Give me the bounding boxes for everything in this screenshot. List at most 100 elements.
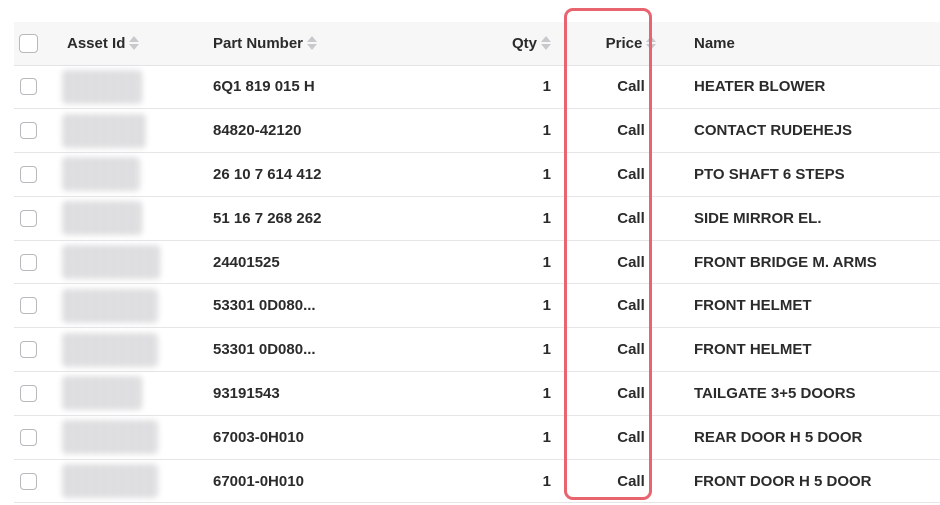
price-text: Call bbox=[617, 253, 645, 271]
name-text: HEATER BLOWER bbox=[694, 78, 826, 96]
parts-table: Asset Id Part Number Qty Price Name 6Q1 … bbox=[14, 22, 940, 504]
price-cell: Call bbox=[575, 283, 687, 329]
price-cell: Call bbox=[575, 240, 687, 285]
part-number-text: 84820-42120 bbox=[213, 122, 302, 140]
price-text: Call bbox=[617, 209, 645, 227]
table-body: 6Q1 819 015 H 1 Call HEATER BLOWER 84820… bbox=[14, 65, 940, 504]
sort-icon[interactable] bbox=[541, 36, 551, 51]
sort-icon[interactable] bbox=[129, 36, 140, 51]
row-checkbox[interactable] bbox=[20, 165, 37, 183]
qty-text: 1 bbox=[542, 122, 551, 140]
part-number-text: 53301 0D080... bbox=[213, 341, 316, 359]
header-part-number[interactable]: Part Number bbox=[213, 22, 471, 66]
header-name-label: Name bbox=[694, 34, 735, 52]
qty-text: 1 bbox=[542, 165, 551, 183]
part-number-text: 6Q1 819 015 H bbox=[213, 78, 315, 96]
sort-icon[interactable] bbox=[646, 36, 657, 51]
header-price-label: Price bbox=[605, 34, 643, 52]
qty-cell: 1 bbox=[471, 327, 575, 373]
price-text: Call bbox=[617, 165, 645, 183]
table-row[interactable]: 26 10 7 614 412 1 Call PTO SHAFT 6 STEPS bbox=[14, 152, 940, 197]
price-text: Call bbox=[617, 122, 645, 140]
row-checkbox[interactable] bbox=[20, 384, 37, 402]
header-asset-id[interactable]: Asset Id bbox=[60, 22, 213, 66]
asset-id-redacted bbox=[62, 376, 142, 411]
table-row[interactable]: 84820-42120 1 Call CONTACT RUDEHEJS bbox=[14, 108, 940, 154]
part-number-text: 51 16 7 268 262 bbox=[213, 209, 322, 227]
name-text: FRONT DOOR H 5 DOOR bbox=[694, 472, 872, 490]
price-text: Call bbox=[617, 297, 645, 315]
table-row[interactable]: 51 16 7 268 262 1 Call SIDE MIRROR EL. bbox=[14, 196, 940, 241]
qty-cell: 1 bbox=[471, 108, 575, 154]
price-cell: Call bbox=[575, 415, 687, 460]
asset-id-cell bbox=[60, 108, 213, 154]
row-checkbox[interactable] bbox=[20, 472, 37, 490]
name-cell: TAILGATE 3+5 DOORS bbox=[687, 371, 940, 416]
price-cell: Call bbox=[575, 196, 687, 241]
qty-text: 1 bbox=[542, 472, 551, 490]
name-cell: HEATER BLOWER bbox=[687, 65, 940, 110]
header-select-all-cell bbox=[14, 22, 60, 66]
name-text: CONTACT RUDEHEJS bbox=[694, 122, 853, 140]
part-number-cell: 26 10 7 614 412 bbox=[213, 152, 471, 197]
table-row[interactable]: 67001-0H010 1 Call FRONT DOOR H 5 DOOR bbox=[14, 459, 940, 504]
qty-text: 1 bbox=[542, 253, 551, 271]
row-checkbox[interactable] bbox=[20, 297, 37, 315]
row-checkbox[interactable] bbox=[20, 253, 37, 271]
header-price[interactable]: Price bbox=[575, 22, 687, 66]
sort-icon[interactable] bbox=[307, 36, 318, 51]
parts-table-container: Asset Id Part Number Qty Price Name 6Q1 … bbox=[14, 22, 940, 504]
row-checkbox[interactable] bbox=[20, 122, 37, 140]
header-name[interactable]: Name bbox=[687, 22, 940, 66]
row-select-cell bbox=[14, 196, 60, 241]
row-select-cell bbox=[14, 152, 60, 197]
row-checkbox[interactable] bbox=[20, 341, 37, 359]
qty-cell: 1 bbox=[471, 240, 575, 285]
qty-text: 1 bbox=[542, 384, 551, 402]
asset-id-redacted bbox=[62, 113, 146, 148]
name-text: FRONT HELMET bbox=[694, 341, 812, 359]
name-cell: FRONT BRIDGE M. ARMS bbox=[687, 240, 940, 285]
header-qty[interactable]: Qty bbox=[471, 22, 575, 66]
row-select-cell bbox=[14, 283, 60, 329]
header-asset-id-label: Asset Id bbox=[67, 34, 126, 52]
table-row[interactable]: 53301 0D080... 1 Call FRONT HELMET bbox=[14, 283, 940, 329]
asset-id-cell bbox=[60, 240, 213, 285]
qty-cell: 1 bbox=[471, 65, 575, 110]
name-text: FRONT BRIDGE M. ARMS bbox=[694, 253, 877, 271]
table-row[interactable]: 24401525 1 Call FRONT BRIDGE M. ARMS bbox=[14, 240, 940, 285]
asset-id-cell bbox=[60, 327, 213, 373]
name-text: TAILGATE 3+5 DOORS bbox=[694, 384, 856, 402]
table-header-row: Asset Id Part Number Qty Price Name bbox=[14, 22, 940, 66]
row-checkbox[interactable] bbox=[20, 209, 37, 227]
name-cell: PTO SHAFT 6 STEPS bbox=[687, 152, 940, 197]
price-text: Call bbox=[617, 472, 645, 490]
price-cell: Call bbox=[575, 65, 687, 110]
asset-id-cell bbox=[60, 196, 213, 241]
name-text: SIDE MIRROR EL. bbox=[694, 209, 822, 227]
row-select-cell bbox=[14, 371, 60, 416]
name-cell: SIDE MIRROR EL. bbox=[687, 196, 940, 241]
asset-id-cell bbox=[60, 459, 213, 504]
qty-cell: 1 bbox=[471, 283, 575, 329]
part-number-text: 93191543 bbox=[213, 384, 280, 402]
part-number-cell: 67003-0H010 bbox=[213, 415, 471, 460]
name-cell: FRONT HELMET bbox=[687, 327, 940, 373]
qty-text: 1 bbox=[542, 341, 551, 359]
part-number-cell: 6Q1 819 015 H bbox=[213, 65, 471, 110]
qty-cell: 1 bbox=[471, 196, 575, 241]
table-row[interactable]: 6Q1 819 015 H 1 Call HEATER BLOWER bbox=[14, 65, 940, 110]
asset-id-redacted bbox=[62, 332, 158, 367]
table-row[interactable]: 93191543 1 Call TAILGATE 3+5 DOORS bbox=[14, 371, 940, 416]
name-cell: FRONT HELMET bbox=[687, 283, 940, 329]
price-text: Call bbox=[617, 78, 645, 96]
asset-id-redacted bbox=[62, 69, 142, 104]
table-row[interactable]: 53301 0D080... 1 Call FRONT HELMET bbox=[14, 327, 940, 373]
header-qty-label: Qty bbox=[511, 34, 537, 52]
row-checkbox[interactable] bbox=[20, 78, 37, 96]
select-all-checkbox[interactable] bbox=[19, 33, 38, 53]
table-row[interactable]: 67003-0H010 1 Call REAR DOOR H 5 DOOR bbox=[14, 415, 940, 460]
asset-id-redacted bbox=[62, 288, 158, 323]
name-cell: CONTACT RUDEHEJS bbox=[687, 108, 940, 154]
row-checkbox[interactable] bbox=[20, 428, 37, 446]
